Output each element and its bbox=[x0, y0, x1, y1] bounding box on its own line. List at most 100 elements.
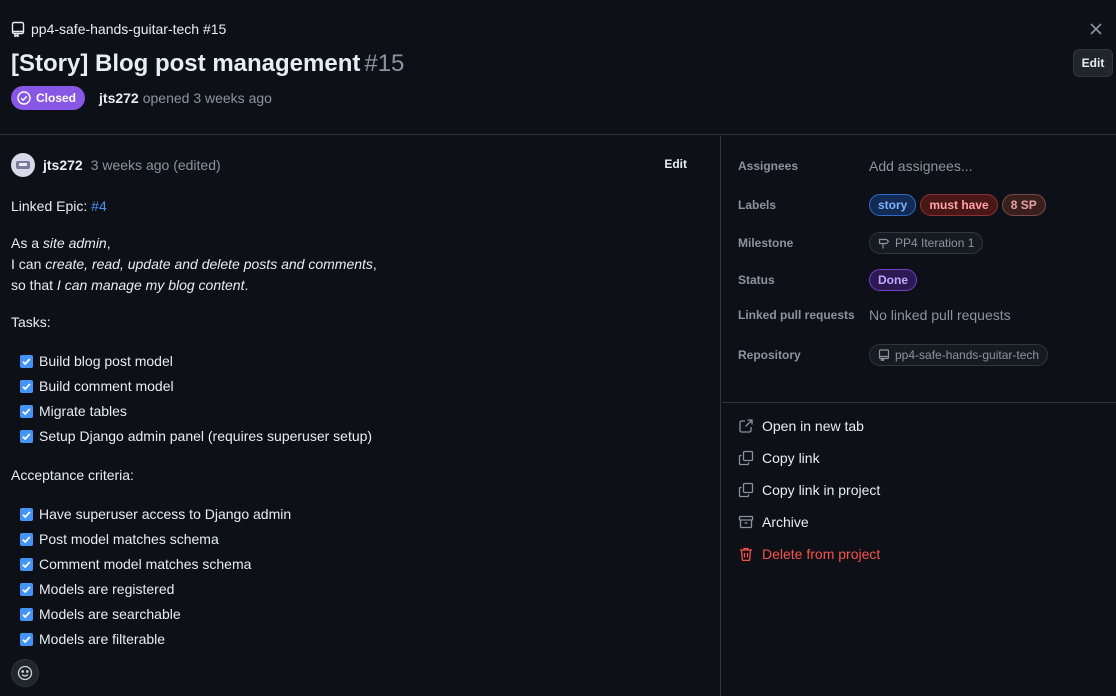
checkbox-checked[interactable] bbox=[20, 608, 33, 621]
labels-label: Labels bbox=[738, 198, 777, 212]
criteria-item: Comment model matches schema bbox=[11, 552, 701, 577]
repo-name: pp4-safe-hands-guitar-tech #15 bbox=[31, 21, 227, 37]
add-reaction-button[interactable] bbox=[11, 659, 39, 687]
edit-comment-button[interactable]: Edit bbox=[664, 157, 687, 171]
epic-link[interactable]: #4 bbox=[91, 198, 107, 214]
criteria-item: Post model matches schema bbox=[11, 527, 701, 552]
smiley-icon bbox=[17, 665, 33, 681]
milestone-label: Milestone bbox=[738, 236, 794, 250]
linked-pull-requests-field[interactable]: Linked pull requests No linked pull requ… bbox=[738, 307, 1108, 323]
milestone-icon bbox=[878, 238, 890, 249]
copy-icon bbox=[738, 482, 754, 498]
linked-epic: Linked Epic: #4 bbox=[11, 196, 701, 217]
criteria-label: Comment model matches schema bbox=[39, 556, 252, 572]
archive-icon bbox=[738, 515, 754, 529]
add-assignees[interactable]: Add assignees... bbox=[869, 158, 973, 174]
archive[interactable]: Archive bbox=[738, 514, 809, 530]
task-item: Build comment model bbox=[11, 374, 701, 399]
tasks-list: Build blog post model Build comment mode… bbox=[11, 349, 701, 449]
task-item: Migrate tables bbox=[11, 399, 701, 424]
story-line-3: so that I can manage my blog content. bbox=[11, 277, 249, 293]
issue-header: pp4-safe-hands-guitar-tech #15 [Story] B… bbox=[0, 0, 1116, 135]
criteria-list: Have superuser access to Django admin Po… bbox=[11, 502, 701, 652]
criteria-label: Models are registered bbox=[39, 581, 175, 597]
repository-label: Repository bbox=[738, 348, 801, 362]
opener-author[interactable]: jts272 bbox=[99, 90, 139, 106]
issue-opener: jts272 opened 3 weeks ago bbox=[99, 90, 272, 106]
milestone-pill[interactable]: PP4 Iteration 1 bbox=[869, 232, 984, 254]
milestone-field[interactable]: Milestone PP4 Iteration 1 bbox=[738, 232, 1108, 254]
checkbox-checked[interactable] bbox=[20, 583, 33, 596]
issue-meta: Closed jts272 opened 3 weeks ago bbox=[11, 86, 272, 110]
epic-prefix: Linked Epic: bbox=[11, 198, 88, 214]
task-label: Build comment model bbox=[39, 378, 174, 394]
archive-label: Archive bbox=[762, 514, 809, 530]
issue-title-text: [Story] Blog post management bbox=[11, 50, 361, 77]
story-line-2: I can create, read, update and delete po… bbox=[11, 256, 377, 272]
closed-check-icon bbox=[17, 91, 31, 105]
criteria-label: Post model matches schema bbox=[39, 531, 219, 547]
copy-link-in-project[interactable]: Copy link in project bbox=[738, 482, 880, 498]
issue-number: #15 bbox=[364, 50, 405, 77]
issue-body-panel: jts272 3 weeks ago (edited) Edit Linked … bbox=[0, 136, 721, 696]
comment-time[interactable]: 3 weeks ago (edited) bbox=[91, 157, 221, 173]
checkbox-checked[interactable] bbox=[20, 355, 33, 368]
open-in-new-tab[interactable]: Open in new tab bbox=[738, 418, 864, 434]
delete-from-project-label: Delete from project bbox=[762, 546, 881, 562]
task-label: Setup Django admin panel (requires super… bbox=[39, 428, 373, 444]
criteria-item: Have superuser access to Django admin bbox=[11, 502, 701, 527]
issue-sidebar: Assignees Add assignees... Labels story … bbox=[722, 136, 1116, 696]
delete-from-project[interactable]: Delete from project bbox=[738, 546, 880, 562]
comment-body: Linked Epic: #4 As a site admin, I can c… bbox=[11, 196, 701, 668]
pull-requests-label: Linked pull requests bbox=[738, 308, 855, 322]
assignees-field[interactable]: Assignees Add assignees... bbox=[738, 158, 1108, 174]
checkbox-checked[interactable] bbox=[20, 633, 33, 646]
task-item: Build blog post model bbox=[11, 349, 701, 374]
opener-time: opened 3 weeks ago bbox=[142, 90, 272, 106]
assignees-label: Assignees bbox=[738, 159, 799, 173]
status-field-label: Status bbox=[738, 273, 775, 287]
repository-field[interactable]: Repository pp4-safe-hands-guitar-tech bbox=[738, 344, 1108, 366]
criteria-heading: Acceptance criteria: bbox=[11, 467, 134, 483]
status-badge: Closed bbox=[11, 86, 86, 110]
copy-link-label: Copy link bbox=[762, 450, 820, 466]
sidebar-divider bbox=[722, 402, 1116, 403]
copy-link-in-project-label: Copy link in project bbox=[762, 482, 881, 498]
avatar[interactable] bbox=[11, 153, 35, 177]
criteria-label: Models are filterable bbox=[39, 631, 166, 647]
criteria-label: Models are searchable bbox=[39, 606, 181, 622]
checkbox-checked[interactable] bbox=[20, 533, 33, 546]
trash-icon bbox=[740, 547, 752, 562]
status-label: Closed bbox=[36, 91, 77, 105]
labels-field[interactable]: Labels story must have 8 SP bbox=[738, 194, 1108, 216]
task-label: Build blog post model bbox=[39, 353, 173, 369]
milestone-value: PP4 Iteration 1 bbox=[895, 236, 975, 250]
checkbox-checked[interactable] bbox=[20, 430, 33, 443]
checkbox-checked[interactable] bbox=[20, 558, 33, 571]
story-line-1: As a site admin, bbox=[11, 235, 111, 251]
repo-breadcrumb[interactable]: pp4-safe-hands-guitar-tech #15 bbox=[11, 21, 226, 37]
criteria-item: Models are searchable bbox=[11, 602, 701, 627]
labels-list: story must have 8 SP bbox=[869, 194, 1046, 216]
user-story: As a site admin, I can create, read, upd… bbox=[11, 233, 701, 296]
edit-title-button[interactable]: Edit bbox=[1073, 49, 1113, 77]
comment-author[interactable]: jts272 bbox=[43, 157, 83, 173]
pull-requests-value: No linked pull requests bbox=[869, 307, 1011, 323]
issue-title: [Story] Blog post management #15 bbox=[11, 50, 404, 78]
checkbox-checked[interactable] bbox=[20, 508, 33, 521]
criteria-label: Have superuser access to Django admin bbox=[39, 506, 292, 522]
repository-pill[interactable]: pp4-safe-hands-guitar-tech bbox=[869, 344, 1049, 366]
checkbox-checked[interactable] bbox=[20, 405, 33, 418]
tasks-heading: Tasks: bbox=[11, 314, 51, 330]
label-story-points[interactable]: 8 SP bbox=[1001, 194, 1046, 216]
open-in-new-tab-label: Open in new tab bbox=[762, 418, 864, 434]
copy-link[interactable]: Copy link bbox=[738, 450, 820, 466]
status-done-badge[interactable]: Done bbox=[869, 269, 917, 291]
label-story[interactable]: story bbox=[869, 194, 917, 216]
comment-header: jts272 3 weeks ago (edited) bbox=[11, 153, 221, 177]
status-field[interactable]: Status Done bbox=[738, 269, 1108, 291]
external-link-icon bbox=[739, 419, 753, 433]
label-must-have[interactable]: must have bbox=[920, 194, 998, 216]
checkbox-checked[interactable] bbox=[20, 380, 33, 393]
close-icon[interactable] bbox=[1086, 19, 1106, 39]
